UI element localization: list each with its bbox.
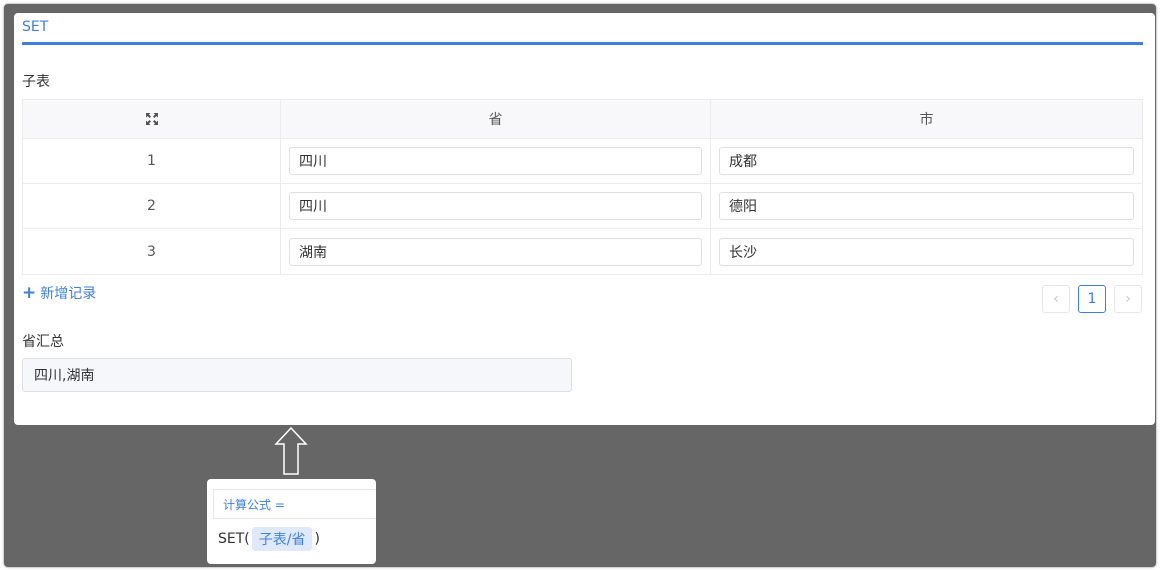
city-input[interactable]: 成都 — [719, 147, 1134, 175]
add-record-label: 新增记录 — [40, 286, 97, 302]
field-tag[interactable]: 子表/省 — [251, 527, 313, 551]
row-index: 3 — [147, 243, 156, 260]
table-row: 3 湖南 长沙 — [23, 229, 1142, 274]
city-cell: 长沙 — [711, 229, 1142, 274]
page-number-button[interactable]: 1 — [1078, 285, 1106, 313]
formula-close: ) — [314, 531, 320, 547]
formula-expression: SET( 子表/省 ) — [218, 527, 320, 551]
province-cell: 湖南 — [281, 229, 711, 274]
prev-page-button[interactable]: ‹ — [1042, 285, 1070, 313]
expand-icon[interactable] — [145, 113, 158, 125]
column-header-province: 省 — [281, 100, 711, 138]
city-cell: 成都 — [711, 139, 1142, 183]
row-index-cell: 2 — [23, 184, 281, 228]
city-input[interactable]: 德阳 — [719, 192, 1134, 220]
formula-function: SET( — [218, 531, 250, 547]
formula-header: 计算公式 = — [213, 489, 376, 519]
summary-field[interactable]: 四川,湖南 — [22, 358, 572, 392]
province-input[interactable]: 湖南 — [289, 237, 702, 266]
subtable-header-row: 省 市 — [23, 100, 1142, 139]
summary-label: 省汇总 — [22, 334, 64, 350]
expand-cell — [23, 100, 281, 138]
form-title: SET — [22, 19, 49, 35]
row-index-cell: 1 — [23, 139, 281, 183]
subtable: 省 市 1 四川 成都 2 四川 德阳 3 湖南 长沙 — [22, 99, 1143, 275]
backdrop: SET 子表 省 市 1 四川 成都 2 四川 德阳 3 湖南 长沙 + 新增记… — [4, 4, 1156, 567]
row-index-cell: 3 — [23, 229, 281, 274]
pagination: ‹ 1 › — [1042, 285, 1142, 313]
row-index: 1 — [147, 153, 156, 169]
table-row: 1 四川 成都 — [23, 139, 1142, 184]
column-header-city: 市 — [919, 112, 934, 128]
province-input[interactable]: 四川 — [289, 147, 702, 175]
city-input[interactable]: 长沙 — [719, 237, 1134, 266]
province-cell: 四川 — [281, 184, 711, 228]
title-underline — [22, 42, 1143, 45]
province-cell: 四川 — [281, 139, 711, 183]
next-page-button[interactable]: › — [1114, 285, 1142, 313]
table-row: 2 四川 德阳 — [23, 184, 1142, 229]
city-cell: 德阳 — [711, 184, 1142, 228]
plus-icon: + — [22, 283, 37, 303]
form-card: SET 子表 省 市 1 四川 成都 2 四川 德阳 3 湖南 长沙 + 新增记… — [14, 13, 1155, 425]
row-index: 2 — [147, 198, 156, 214]
province-input[interactable]: 四川 — [289, 192, 702, 220]
up-arrow-icon — [274, 427, 308, 475]
formula-panel: 计算公式 = SET( 子表/省 ) — [207, 479, 376, 564]
add-record-button[interactable]: + 新增记录 — [22, 283, 96, 303]
subtable-label: 子表 — [22, 74, 50, 90]
